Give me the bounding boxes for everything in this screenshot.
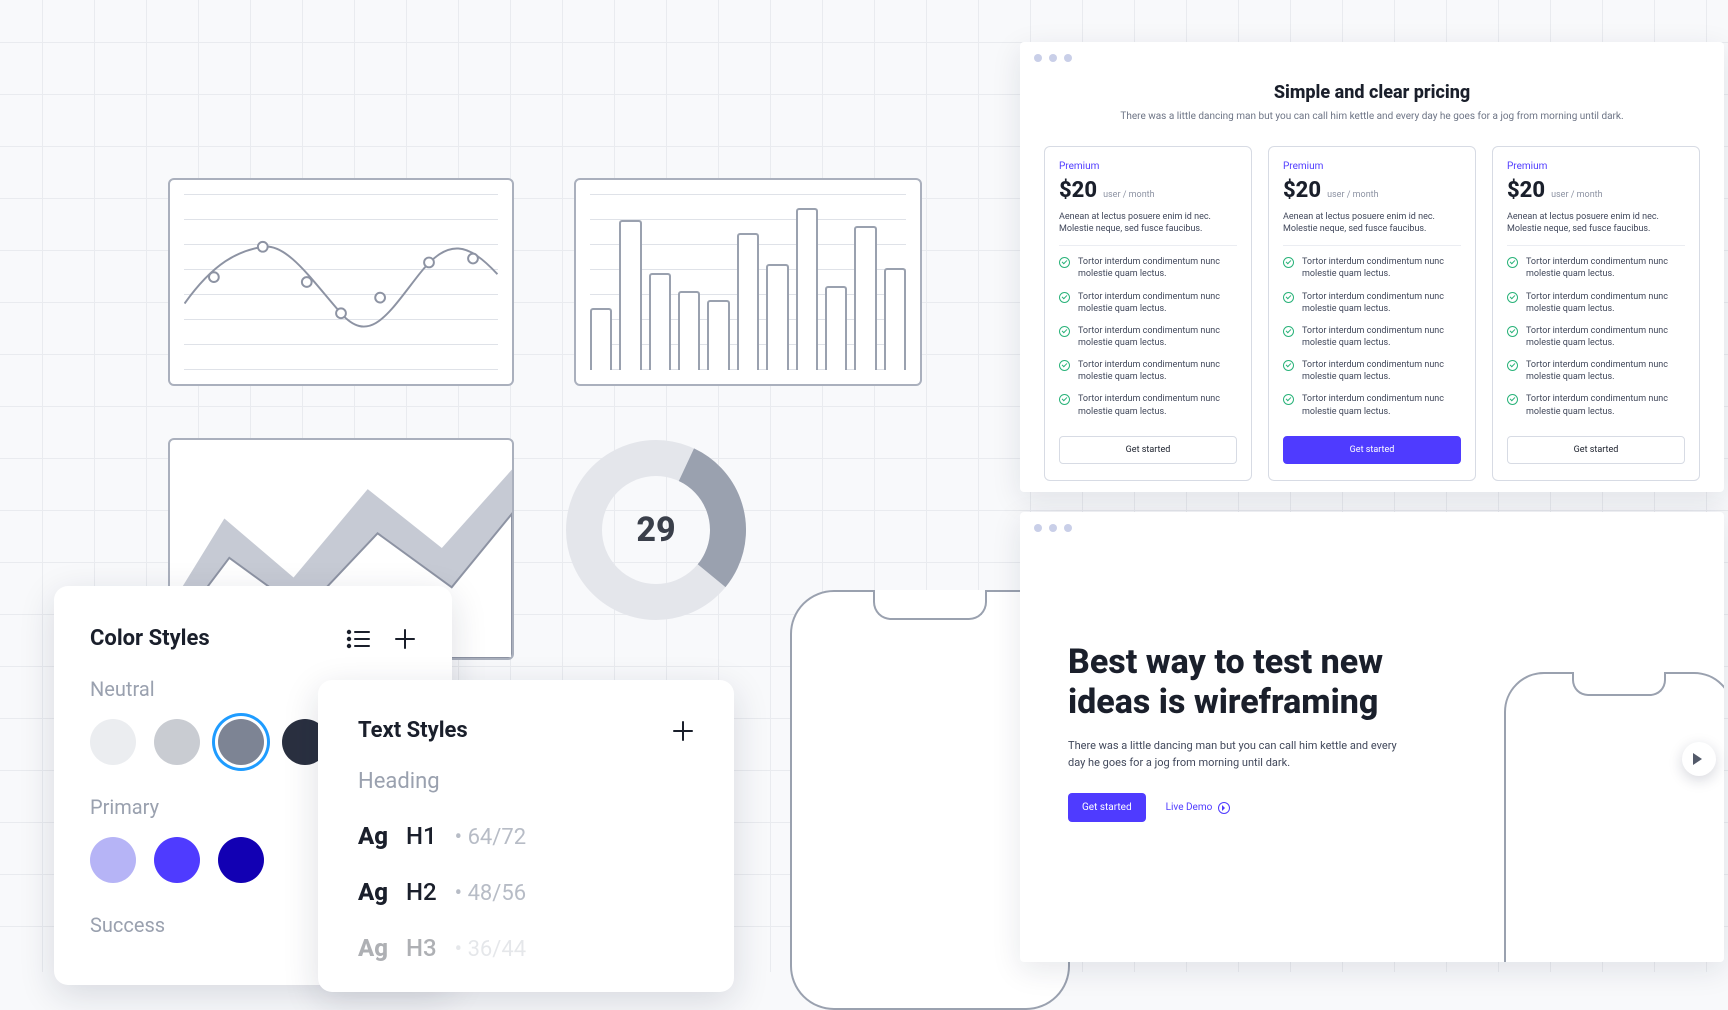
text-style-row[interactable]: Ag H3 • 36/44 <box>358 934 694 962</box>
plan-price: $20 <box>1507 178 1545 203</box>
plan-unit: user / month <box>1327 190 1379 200</box>
check-icon <box>1059 292 1070 303</box>
window-traffic-lights <box>1034 54 1072 62</box>
pricing-subtitle: There was a little dancing man but you c… <box>1020 111 1724 122</box>
plan-unit: user / month <box>1103 190 1155 200</box>
feature-text: Tortor interdum condimentum nunc molesti… <box>1302 291 1461 315</box>
feature-text: Tortor interdum condimentum nunc molesti… <box>1302 256 1461 280</box>
feature-text: Tortor interdum condimentum nunc molesti… <box>1526 291 1685 315</box>
check-icon <box>1283 394 1294 405</box>
feature-text: Tortor interdum condimentum nunc molesti… <box>1526 359 1685 383</box>
check-icon <box>1283 326 1294 337</box>
swatch-neutral-1[interactable] <box>90 719 136 765</box>
pricing-plans: Premium $20 user / month Aenean at lectus… <box>1020 122 1724 481</box>
panel-title: Text Styles <box>358 718 468 743</box>
sample: Ag <box>358 822 388 850</box>
plan-unit: user / month <box>1551 190 1603 200</box>
panel-title: Color Styles <box>90 626 210 651</box>
feature-text: Tortor interdum condimentum nunc molesti… <box>1078 291 1237 315</box>
donut-value: 29 <box>566 440 746 620</box>
plan-price: $20 <box>1059 178 1097 203</box>
style-meta: 36/44 <box>468 937 527 962</box>
sample: Ag <box>358 934 388 962</box>
check-icon <box>1283 292 1294 303</box>
swatch-neutral-3[interactable] <box>218 719 264 765</box>
add-icon[interactable] <box>672 720 694 742</box>
feature-text: Tortor interdum condimentum nunc molesti… <box>1078 256 1237 280</box>
heading-label: Heading <box>358 769 694 794</box>
style-meta: 48/56 <box>468 881 527 906</box>
feature-text: Tortor interdum condimentum nunc molesti… <box>1078 393 1237 417</box>
plan-desc: Aenean at lectus posuere enim id nec. Mo… <box>1507 211 1685 246</box>
donut-chart: 29 <box>566 440 746 620</box>
check-icon <box>1507 257 1518 268</box>
check-icon <box>1059 360 1070 371</box>
arrow-right-icon <box>1218 802 1230 814</box>
get-started-button[interactable]: Get started <box>1059 436 1237 464</box>
list-view-icon[interactable] <box>346 629 370 649</box>
play-button[interactable] <box>1682 742 1716 776</box>
line-chart-card <box>168 178 514 386</box>
plan-desc: Aenean at lectus posuere enim id nec. Mo… <box>1283 211 1461 246</box>
plan-name: Premium <box>1059 161 1237 172</box>
get-started-button[interactable]: Get started <box>1507 436 1685 464</box>
feature-text: Tortor interdum condimentum nunc molesti… <box>1302 325 1461 349</box>
check-icon <box>1507 394 1518 405</box>
get-started-button[interactable]: Get started <box>1283 436 1461 464</box>
feature-text: Tortor interdum condimentum nunc molesti… <box>1302 359 1461 383</box>
plan-features: Tortor interdum condimentum nunc molesti… <box>1059 256 1237 427</box>
check-icon <box>1283 360 1294 371</box>
pricing-plan: Premium $20 user / month Aenean at lectus… <box>1044 146 1252 481</box>
bar-chart-card <box>574 178 922 386</box>
check-icon <box>1507 326 1518 337</box>
plan-name: Premium <box>1283 161 1461 172</box>
get-started-button[interactable]: Get started <box>1068 793 1146 822</box>
check-icon <box>1059 257 1070 268</box>
check-icon <box>1507 292 1518 303</box>
text-styles-panel: Text Styles Heading Ag H1 • 64/72 Ag H2 … <box>318 680 734 992</box>
hero-title: Best way to test new ideas is wireframin… <box>1068 642 1438 722</box>
hero-preview-window: Best way to test new ideas is wireframin… <box>1020 512 1724 962</box>
window-traffic-lights <box>1034 524 1072 532</box>
phone-mockup <box>1504 672 1724 962</box>
pricing-plan: Premium $20 user / month Aenean at lectus… <box>1492 146 1700 481</box>
check-icon <box>1507 360 1518 371</box>
add-icon[interactable] <box>394 628 416 650</box>
feature-text: Tortor interdum condimentum nunc molesti… <box>1526 256 1685 280</box>
hero-subtitle: There was a little dancing man but you c… <box>1068 738 1408 771</box>
pricing-title: Simple and clear pricing <box>1020 82 1724 103</box>
swatch-neutral-2[interactable] <box>154 719 200 765</box>
line-chart-svg <box>184 194 498 370</box>
text-style-row[interactable]: Ag H1 • 64/72 <box>358 822 694 850</box>
check-icon <box>1283 257 1294 268</box>
swatch-primary-1[interactable] <box>90 837 136 883</box>
plan-desc: Aenean at lectus posuere enim id nec. Mo… <box>1059 211 1237 246</box>
swatch-primary-3[interactable] <box>218 837 264 883</box>
swatch-primary-2[interactable] <box>154 837 200 883</box>
style-name: H2 <box>406 878 437 906</box>
pricing-preview-window: Simple and clear pricing There was a lit… <box>1020 42 1724 492</box>
feature-text: Tortor interdum condimentum nunc molesti… <box>1302 393 1461 417</box>
style-name: H3 <box>406 934 437 962</box>
pricing-plan-featured: Premium $20 user / month Aenean at lectus… <box>1268 146 1476 481</box>
feature-text: Tortor interdum condimentum nunc molesti… <box>1078 359 1237 383</box>
check-icon <box>1059 394 1070 405</box>
feature-text: Tortor interdum condimentum nunc molesti… <box>1526 393 1685 417</box>
text-style-row[interactable]: Ag H2 • 48/56 <box>358 878 694 906</box>
plan-price: $20 <box>1283 178 1321 203</box>
plan-features: Tortor interdum condimentum nunc molesti… <box>1283 256 1461 427</box>
style-name: H1 <box>406 822 437 850</box>
feature-text: Tortor interdum condimentum nunc molesti… <box>1078 325 1237 349</box>
check-icon <box>1059 326 1070 337</box>
sample: Ag <box>358 878 388 906</box>
live-demo-link[interactable]: Live Demo <box>1166 802 1231 814</box>
plan-features: Tortor interdum condimentum nunc molesti… <box>1507 256 1685 427</box>
bars <box>590 194 906 370</box>
feature-text: Tortor interdum condimentum nunc molesti… <box>1526 325 1685 349</box>
plan-name: Premium <box>1507 161 1685 172</box>
style-meta: 64/72 <box>468 825 527 850</box>
live-demo-label: Live Demo <box>1166 802 1213 813</box>
